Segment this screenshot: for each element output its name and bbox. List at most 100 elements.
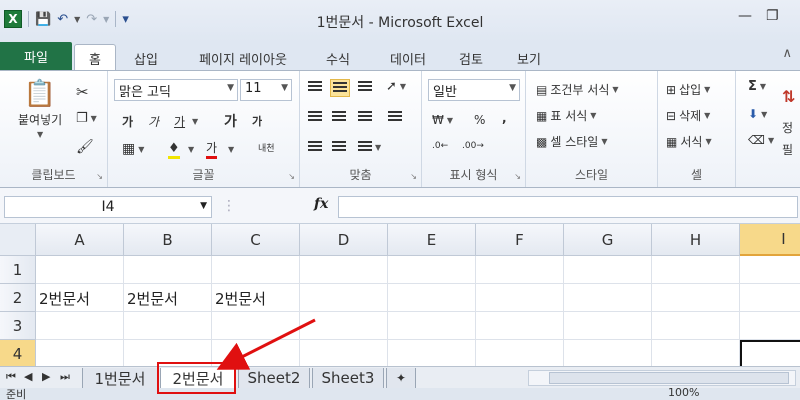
grow-font-button[interactable]: 가 [224, 111, 237, 131]
fill-color-icon[interactable]: ♦ [168, 141, 180, 159]
copy-icon[interactable]: ❐ ▼ [76, 111, 97, 126]
row-header-1[interactable]: 1 [0, 256, 36, 284]
grid-cell[interactable] [388, 256, 476, 284]
grid-cell[interactable] [652, 312, 740, 340]
grid-cell[interactable] [652, 340, 740, 366]
grid-cell[interactable] [740, 284, 800, 312]
grid-cell[interactable] [212, 312, 300, 340]
cell-a2[interactable]: 2번문서 [36, 284, 124, 312]
grid-cell[interactable] [564, 256, 652, 284]
insert-sheet-icon[interactable]: ✦ [386, 368, 416, 388]
grid-cell[interactable] [652, 256, 740, 284]
formula-bar-resize-icon[interactable]: ⋮ [222, 198, 236, 214]
align-right-icon[interactable] [358, 111, 372, 123]
grid-cell[interactable] [476, 340, 564, 366]
phonetic-button[interactable]: 내천 [258, 141, 275, 154]
grid-cell[interactable] [300, 256, 388, 284]
autosum-button[interactable]: Σ ▼ [748, 79, 766, 94]
grid-cell[interactable] [564, 284, 652, 312]
column-header-f[interactable]: F [476, 224, 564, 256]
cell-styles-button[interactable]: ▩ 셀 스타일 ▼ [536, 133, 607, 150]
increase-decimal-icon[interactable]: .0← [432, 141, 448, 151]
orientation-icon[interactable]: ➚ ▼ [386, 79, 406, 94]
percent-icon[interactable]: % [474, 113, 485, 127]
column-header-i[interactable]: I [740, 224, 800, 256]
align-top-icon[interactable] [308, 81, 322, 93]
grid-cell[interactable] [388, 284, 476, 312]
align-middle-icon[interactable] [330, 79, 350, 97]
grid-cell[interactable] [564, 312, 652, 340]
format-as-table-button[interactable]: ▦ 표 서식 ▼ [536, 107, 596, 124]
grid-cell[interactable] [388, 340, 476, 366]
column-header-a[interactable]: A [36, 224, 124, 256]
font-color-button[interactable]: 가 [206, 139, 218, 159]
grid-cell[interactable] [36, 256, 124, 284]
row-header-3[interactable]: 3 [0, 312, 36, 340]
font-launcher-icon[interactable]: ↘ [288, 172, 295, 181]
sheet-tab-sheet3[interactable]: Sheet3 [312, 368, 384, 388]
sort-filter-label[interactable]: 정 [782, 119, 793, 136]
grid-cell[interactable] [300, 312, 388, 340]
font-name-combo[interactable]: 맑은 고딕 ▼ [114, 79, 238, 101]
find-select-label[interactable]: 필 [782, 141, 793, 158]
cell-i4-selected[interactable] [740, 340, 800, 366]
cell-b2[interactable]: 2번문서 [124, 284, 212, 312]
clear-icon[interactable]: ⌫ ▼ [748, 133, 774, 147]
grid-cell[interactable] [476, 284, 564, 312]
first-sheet-icon[interactable]: ⏮ [6, 370, 16, 384]
formula-input[interactable] [338, 196, 798, 218]
cut-icon[interactable]: ✂ [76, 83, 89, 101]
comma-icon[interactable]: , [502, 111, 507, 125]
row-header-2[interactable]: 2 [0, 284, 36, 312]
borders-icon[interactable]: ▦ ▼ [122, 141, 144, 157]
ribbon-collapse-icon[interactable]: ∧ [782, 46, 792, 61]
delete-cells-button[interactable]: ⊟ 삭제 ▼ [666, 107, 710, 124]
italic-button[interactable]: 가 [148, 113, 159, 130]
align-bottom-icon[interactable] [358, 81, 372, 93]
grid-cell[interactable] [300, 284, 388, 312]
grid-cell[interactable] [740, 256, 800, 284]
grid-cell[interactable] [124, 340, 212, 366]
format-painter-icon[interactable]: 🖌 [76, 139, 94, 155]
sheet-tab-sheet2[interactable]: Sheet2 [238, 368, 310, 388]
grid-cell[interactable] [212, 340, 300, 366]
horizontal-scroll-thumb[interactable] [549, 372, 789, 384]
row-header-4[interactable]: 4 [0, 340, 36, 366]
column-header-g[interactable]: G [564, 224, 652, 256]
prev-sheet-icon[interactable]: ◀ [24, 370, 32, 383]
column-header-e[interactable]: E [388, 224, 476, 256]
shrink-font-button[interactable]: 가 [252, 113, 262, 129]
format-cells-button[interactable]: ▦ 서식 ▼ [666, 133, 712, 150]
tab-page-layout[interactable]: 페이지 레이아웃 [180, 46, 306, 70]
insert-cells-button[interactable]: ⊞ 삽입 ▼ [666, 81, 710, 98]
font-color-dropdown-icon[interactable]: ▼ [228, 145, 234, 154]
grid-cell[interactable] [124, 256, 212, 284]
clipboard-launcher-icon[interactable]: ↘ [96, 172, 103, 181]
number-format-combo[interactable]: 일반 ▼ [428, 79, 520, 101]
sheet-tab-1[interactable]: 1번문서 [82, 368, 158, 388]
grid-cell[interactable] [300, 340, 388, 366]
column-header-b[interactable]: B [124, 224, 212, 256]
column-header-c[interactable]: C [212, 224, 300, 256]
next-sheet-icon[interactable]: ▶ [42, 370, 50, 383]
align-center-icon[interactable] [332, 111, 346, 123]
grid-cell[interactable] [652, 284, 740, 312]
grid-cell[interactable] [564, 340, 652, 366]
sort-filter-icon[interactable]: ⇅ [782, 87, 795, 106]
horizontal-scrollbar[interactable] [528, 370, 796, 386]
select-all-corner[interactable] [0, 224, 36, 256]
last-sheet-icon[interactable]: ⏭ [60, 370, 70, 384]
chevron-down-icon[interactable]: ▼ [200, 201, 207, 211]
align-left-icon[interactable] [308, 111, 322, 123]
zoom-level[interactable]: 100% [668, 388, 699, 399]
grid-cell[interactable] [36, 340, 124, 366]
bold-button[interactable]: 가 [122, 113, 133, 130]
insert-function-button[interactable]: fx [314, 196, 328, 212]
fill-color-dropdown-icon[interactable]: ▼ [188, 145, 194, 154]
decrease-decimal-icon[interactable]: .00→ [462, 141, 484, 151]
grid-cell[interactable] [388, 312, 476, 340]
grid-cell[interactable] [476, 312, 564, 340]
currency-icon[interactable]: ₩ ▼ [432, 113, 453, 127]
column-header-d[interactable]: D [300, 224, 388, 256]
merge-center-icon[interactable]: ▼ [358, 141, 381, 153]
